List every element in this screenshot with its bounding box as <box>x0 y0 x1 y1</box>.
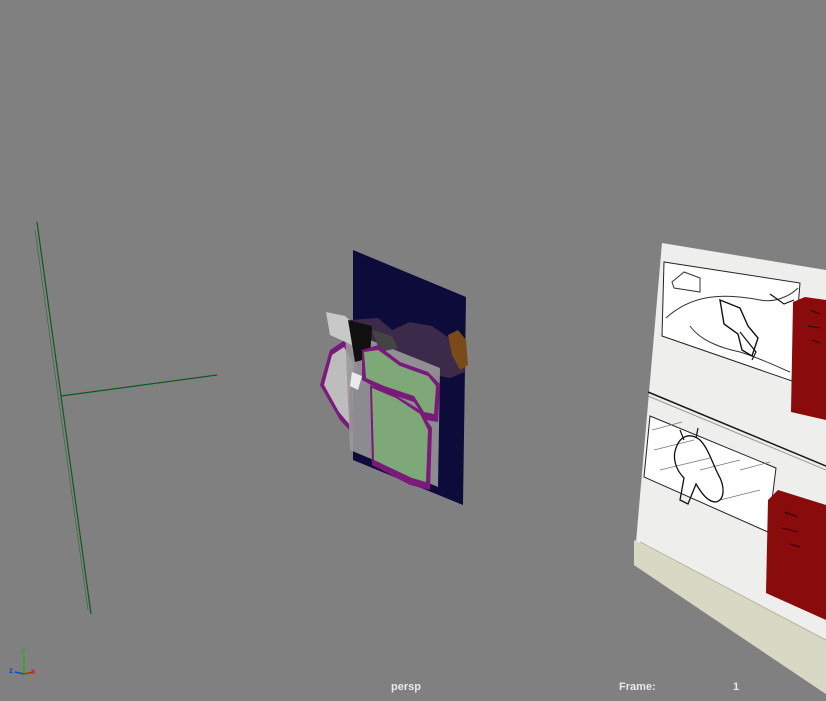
axis-y-label: y <box>21 646 26 655</box>
storyboard-board[interactable] <box>634 243 826 694</box>
scene-canvas[interactable] <box>0 0 826 701</box>
frame-label: Frame: <box>619 681 656 693</box>
axis-x-label: x <box>31 667 36 676</box>
persp-viewport[interactable]: y x z persp Frame: 1 <box>0 0 826 701</box>
grid-lines <box>34 221 218 615</box>
camera-name-label: persp <box>391 681 421 693</box>
character-cutout-object[interactable] <box>320 250 468 505</box>
axis-z-label: z <box>9 666 13 675</box>
frame-value: 1 <box>733 681 740 693</box>
red-card-top <box>791 297 826 420</box>
